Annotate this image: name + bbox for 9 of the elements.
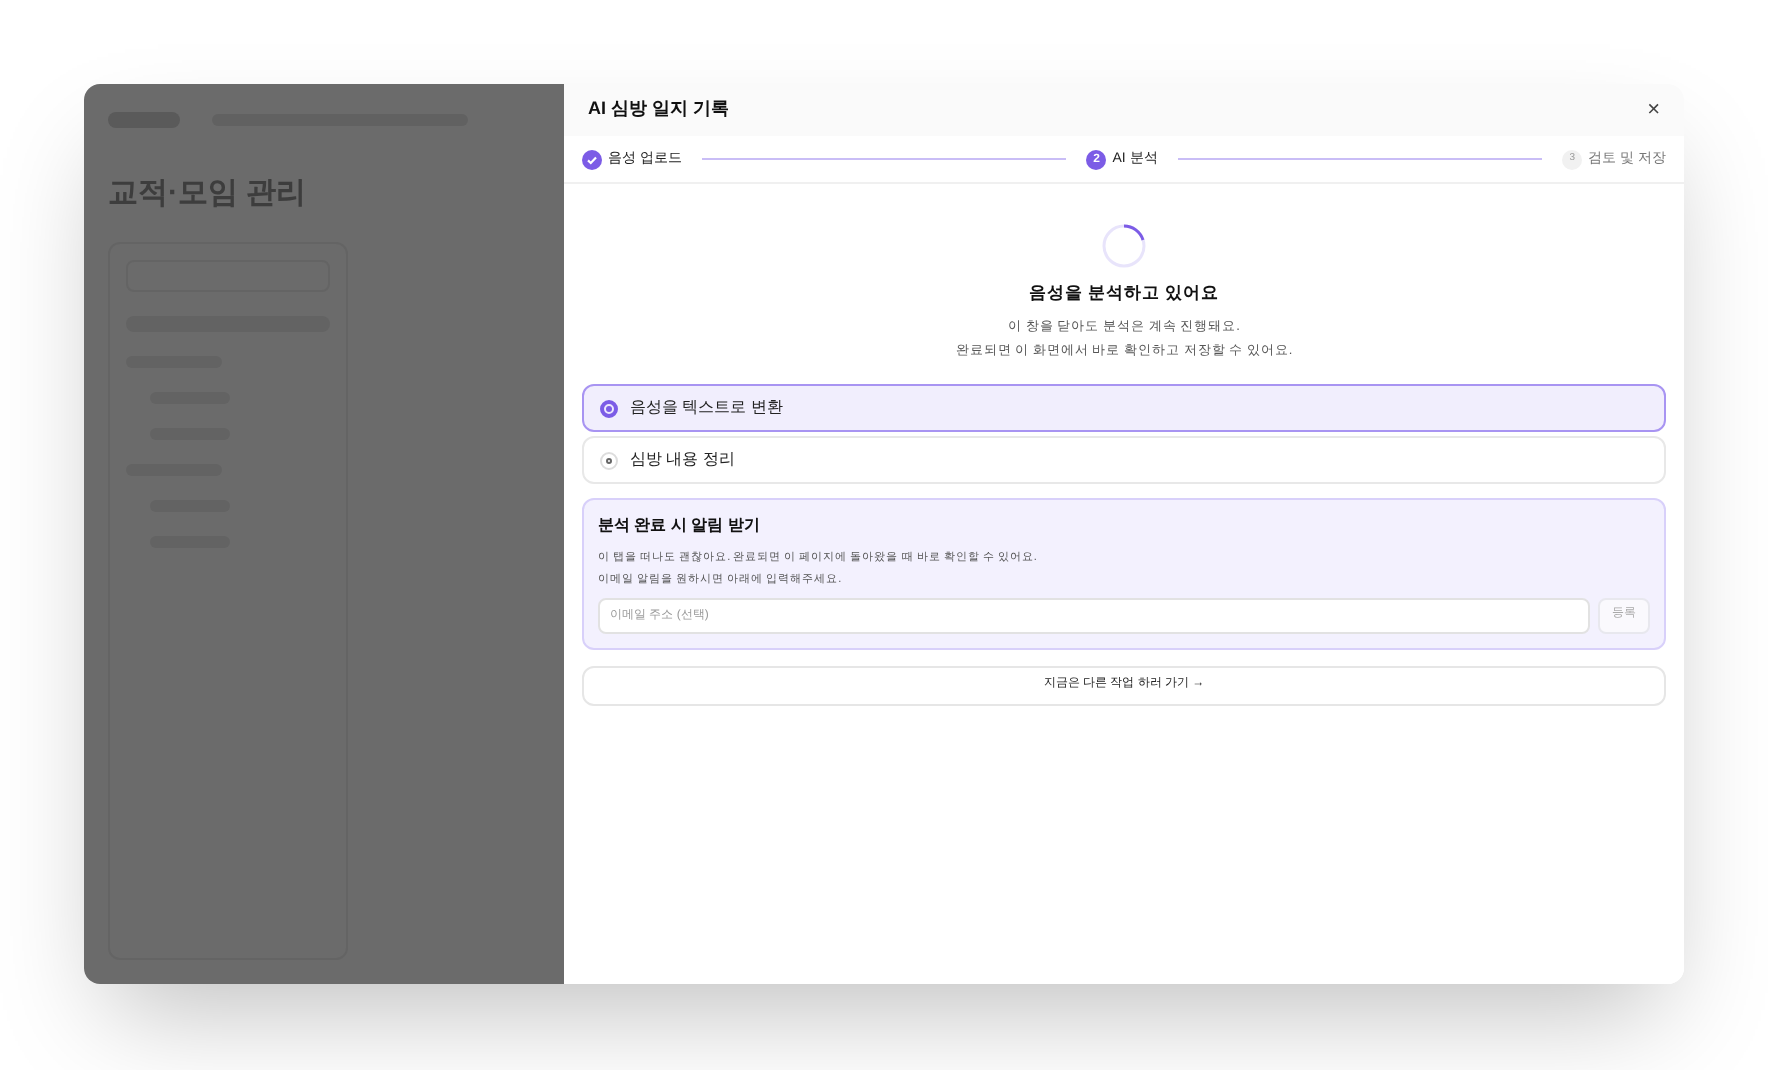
status-heading: 음성을 분석하고 있어요 xyxy=(1029,280,1219,306)
notification-title: 분석 완료 시 알림 받기 xyxy=(598,514,762,539)
pending-dot-icon xyxy=(600,451,618,470)
loading-spinner-icon xyxy=(1102,224,1146,268)
task-label: 심방 내용 정리 xyxy=(630,448,735,473)
task-label: 음성을 텍스트로 변환 xyxy=(630,396,783,421)
close-button[interactable]: × xyxy=(1647,93,1660,127)
modal-title: AI 심방 일지 기록 xyxy=(588,96,730,123)
progress-dot-icon xyxy=(600,399,618,418)
